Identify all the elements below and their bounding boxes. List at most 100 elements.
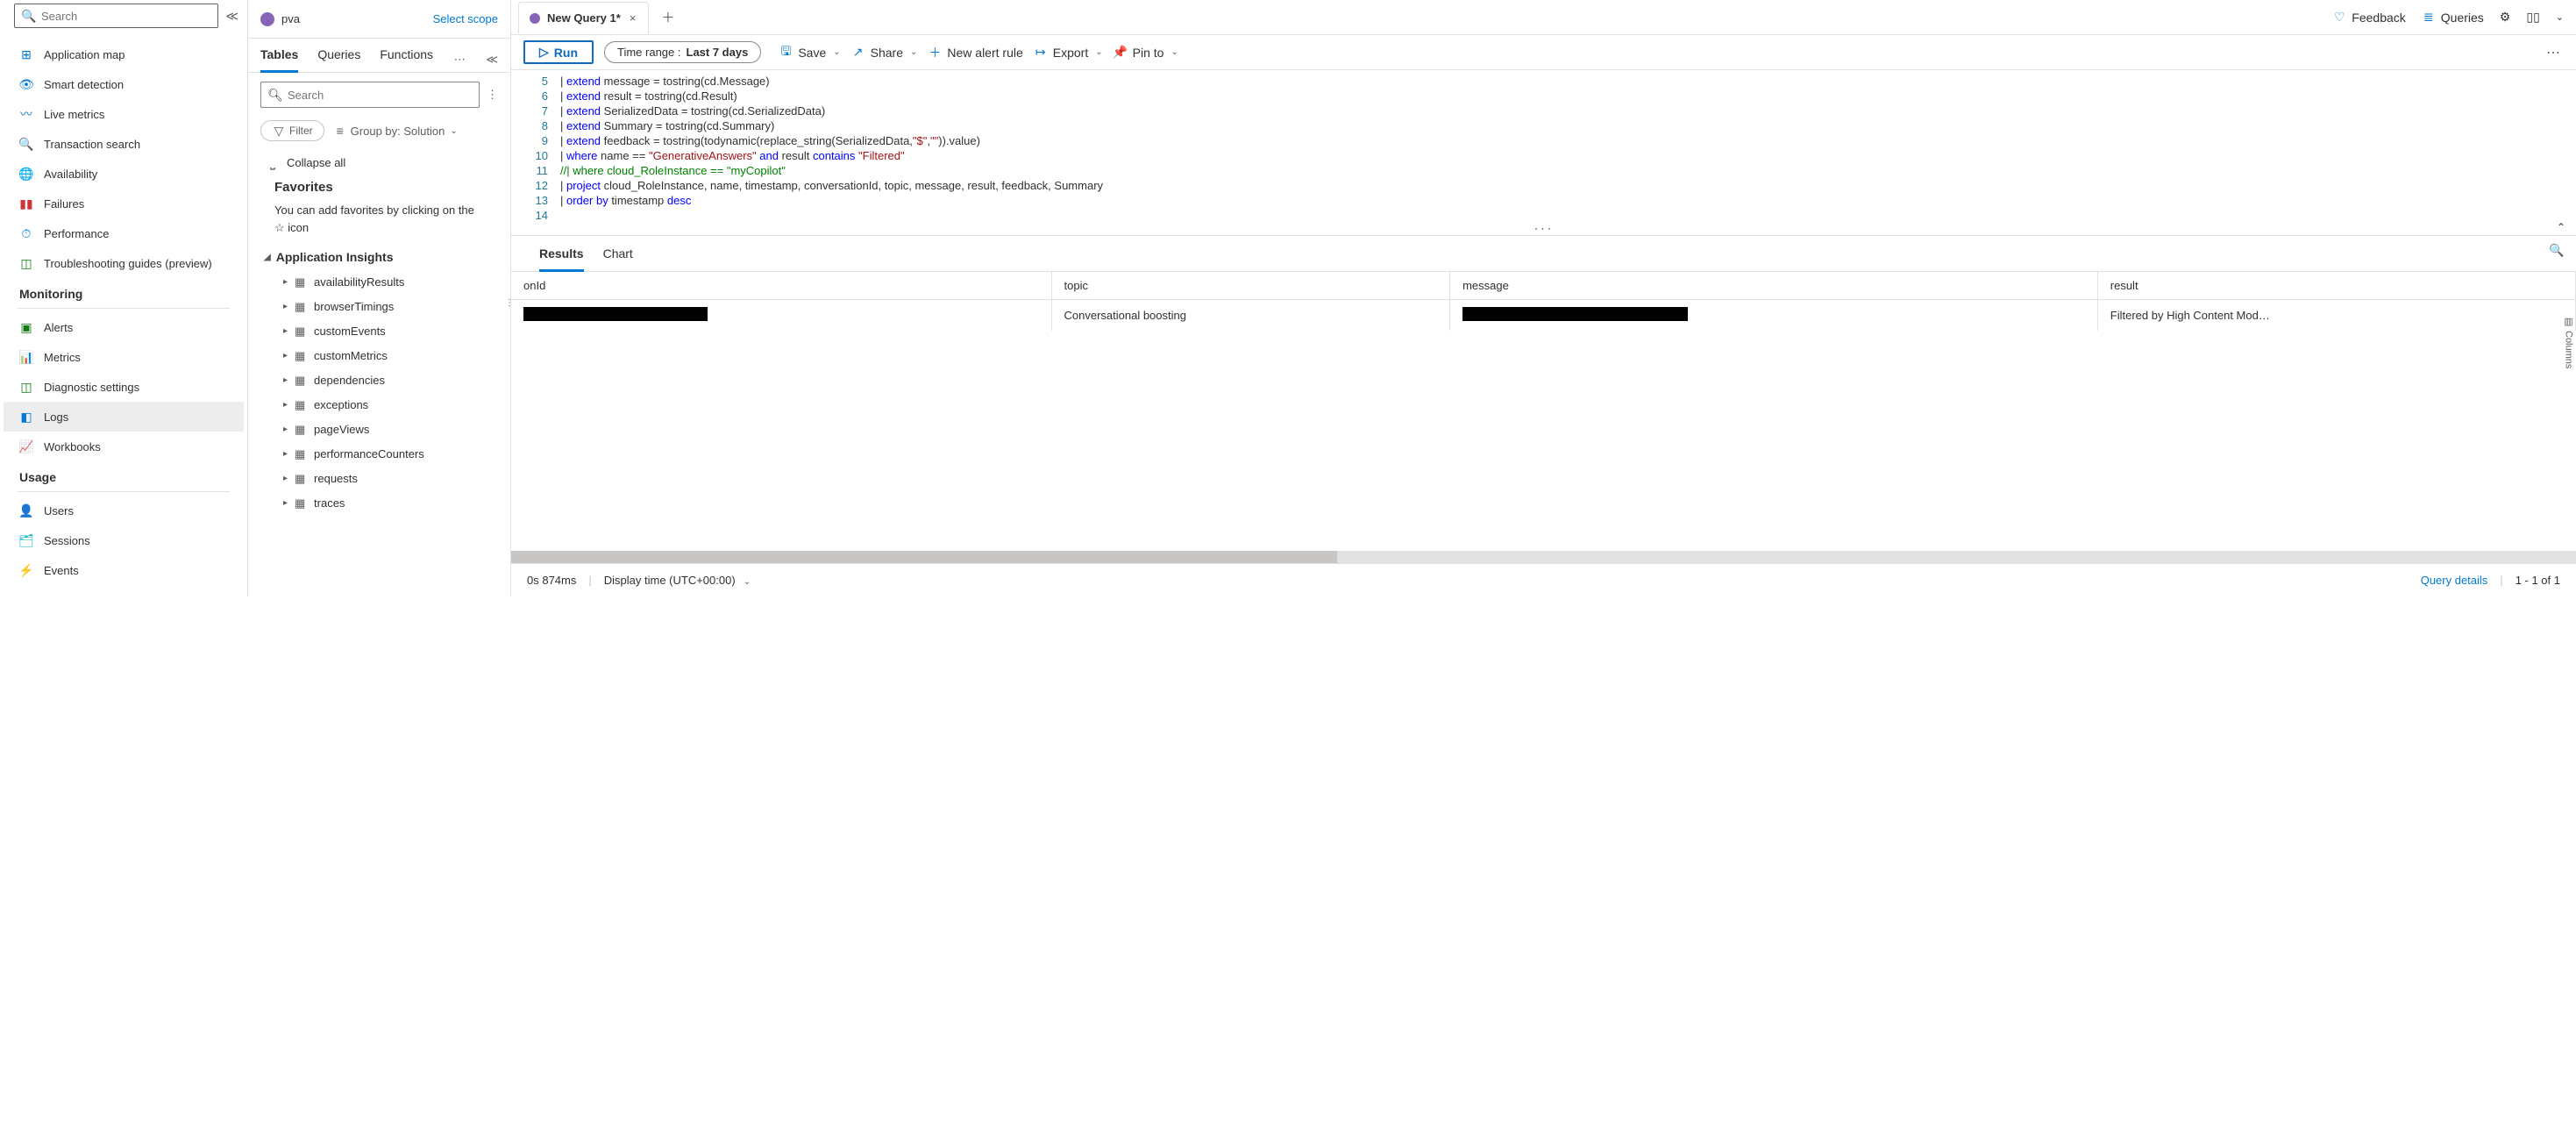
book-icon[interactable]: ▯▯ — [2526, 10, 2539, 25]
sidebar-item-failures[interactable]: ▮▮Failures — [4, 189, 244, 218]
monitoring-header: Monitoring — [4, 278, 244, 304]
sidebar-item-live-metrics[interactable]: 〰Live metrics — [4, 99, 244, 129]
display-time-dropdown[interactable]: Display time (UTC+00:00) ⌄ — [604, 574, 751, 587]
sidebar-item-sessions[interactable]: 🗂Sessions — [4, 525, 244, 555]
tables-search-more-icon[interactable]: ⋮ — [487, 88, 498, 102]
expand-icon: ▸ — [283, 474, 288, 483]
save-button[interactable]: 🖫Save⌄ — [779, 46, 840, 60]
expand-icon: ▸ — [283, 375, 288, 385]
table-label: performanceCounters — [314, 447, 424, 460]
query-tab-title: New Query 1* — [547, 11, 621, 25]
sidebar-item-alerts[interactable]: ▣Alerts — [4, 312, 244, 342]
table-icon: ▦ — [295, 275, 307, 288]
tables-search-box[interactable]: 🔍︎ — [260, 82, 480, 108]
query-tab[interactable]: New Query 1* × — [518, 2, 649, 33]
sidebar-collapse-icon[interactable]: ≪ — [225, 9, 238, 24]
new-alert-button[interactable]: ＋New alert rule — [928, 46, 1022, 60]
filter-pill[interactable]: ▽ Filter — [260, 120, 324, 141]
tables-tab-tables[interactable]: Tables — [260, 47, 298, 73]
time-range-picker[interactable]: Time range : Last 7 days — [604, 41, 761, 63]
table-icon: ▦ — [295, 300, 307, 312]
columns-panel-handle[interactable]: ▥ Columns — [2563, 316, 2574, 368]
scrollbar-thumb[interactable] — [511, 551, 1337, 563]
table-row[interactable]: Conversational boostingFiltered by High … — [511, 300, 2576, 332]
sidebar-item-transaction-search[interactable]: 🔍Transaction search — [4, 129, 244, 159]
table-label: requests — [314, 472, 358, 485]
table-icon: ▦ — [295, 349, 307, 361]
panel-collapse-icon[interactable]: ≪ — [486, 53, 498, 67]
queries-button[interactable]: ≣Queries — [2422, 11, 2484, 25]
column-header-message[interactable]: message — [1450, 272, 2098, 300]
top-chevron-down-icon[interactable]: ⌄ — [2556, 11, 2564, 23]
favorites-header: Favorites — [248, 176, 510, 198]
sidebar-item-label: Sessions — [44, 534, 90, 547]
toolbar-more-icon[interactable]: ⋯ — [2543, 44, 2564, 61]
table-label: traces — [314, 496, 345, 510]
export-button[interactable]: ↦Export⌄ — [1034, 46, 1103, 60]
group-by-dropdown[interactable]: ≡ Group by: Solution ⌄ — [333, 124, 458, 138]
scope-bulb-icon — [260, 12, 274, 26]
sidebar-item-performance[interactable]: ⏱Performance — [4, 218, 244, 248]
run-button[interactable]: ▷ Run — [523, 40, 594, 64]
panel-more-icon[interactable]: ⋯ — [454, 53, 466, 67]
table-label: availabilityResults — [314, 275, 404, 289]
column-header-topic[interactable]: topic — [1051, 272, 1450, 300]
table-label: customMetrics — [314, 349, 388, 362]
sidebar-item-workbooks[interactable]: 📈Workbooks — [4, 432, 244, 461]
share-button[interactable]: ↗Share⌄ — [851, 46, 918, 60]
logs-icon: ◧ — [19, 410, 33, 424]
feedback-button[interactable]: ♡Feedback — [2332, 11, 2405, 25]
collapse-editor-icon[interactable]: ⌃ — [2557, 221, 2567, 233]
sidebar-item-events[interactable]: ⚡Events — [4, 555, 244, 585]
results-search-icon[interactable]: 🔍 — [2550, 243, 2564, 257]
table-customEvents[interactable]: ▸▦customEvents — [248, 318, 510, 343]
sidebar-item-users[interactable]: 👤Users — [4, 496, 244, 525]
table-browserTimings[interactable]: ▸▦browserTimings — [248, 294, 510, 318]
table-pageViews[interactable]: ▸▦pageViews — [248, 417, 510, 441]
table-dependencies[interactable]: ▸▦dependencies — [248, 368, 510, 392]
add-tab-button[interactable]: ＋ — [652, 4, 683, 30]
editor-results-divider[interactable]: ● ● ●⌃ — [511, 226, 2576, 235]
results-tab-results[interactable]: Results — [539, 246, 584, 272]
cell-topic: Conversational boosting — [1051, 300, 1450, 332]
settings-icon[interactable]: ⚙ — [2500, 10, 2511, 25]
tables-search-input[interactable] — [288, 89, 472, 102]
sidebar-item-troubleshooting-guides-preview-[interactable]: ◫Troubleshooting guides (preview) — [4, 248, 244, 278]
table-icon: ▦ — [295, 447, 307, 460]
sidebar-item-label: Alerts — [44, 321, 73, 334]
query-details-link[interactable]: Query details — [2421, 574, 2488, 587]
query-editor[interactable]: 567891011121314 | extend message = tostr… — [511, 70, 2576, 226]
sidebar-item-logs[interactable]: ◧Logs — [4, 402, 244, 432]
table-availabilityResults[interactable]: ▸▦availabilityResults — [248, 269, 510, 294]
table-requests[interactable]: ▸▦requests — [248, 466, 510, 490]
table-group-header[interactable]: ◢ Application Insights — [248, 245, 510, 269]
table-customMetrics[interactable]: ▸▦customMetrics — [248, 343, 510, 368]
pin-button[interactable]: 📌Pin to⌄ — [1114, 46, 1178, 60]
tables-tab-queries[interactable]: Queries — [317, 47, 360, 73]
sidebar-item-availability[interactable]: 🌐Availability — [4, 159, 244, 189]
perf-icon: ⏱ — [19, 226, 33, 240]
sidebar-item-diagnostic-settings[interactable]: ◫Diagnostic settings — [4, 372, 244, 402]
expand-icon: ◢ — [264, 253, 271, 262]
results-grid[interactable]: onIdtopicmessageresult Conversational bo… — [511, 272, 2576, 331]
table-traces[interactable]: ▸▦traces — [248, 490, 510, 515]
results-tab-chart[interactable]: Chart — [603, 246, 633, 272]
select-scope-link[interactable]: Select scope — [433, 12, 498, 25]
sidebar-item-application-map[interactable]: ⊞Application map — [4, 39, 244, 69]
sidebar-item-smart-detection[interactable]: 👁Smart detection — [4, 69, 244, 99]
collapse-all-button[interactable]: ⎵ Collapse all — [248, 145, 510, 176]
column-header-onId[interactable]: onId — [511, 272, 1051, 300]
time-range-value: Last 7 days — [687, 46, 749, 59]
sidebar-item-label: Troubleshooting guides (preview) — [44, 257, 212, 270]
sidebar-search-input[interactable] — [41, 10, 210, 23]
horizontal-scrollbar[interactable] — [511, 551, 2576, 563]
tables-tab-functions[interactable]: Functions — [380, 47, 433, 73]
table-performanceCounters[interactable]: ▸▦performanceCounters — [248, 441, 510, 466]
sidebar-item-metrics[interactable]: 📊Metrics — [4, 342, 244, 372]
sidebar-search-box[interactable]: 🔍 — [14, 4, 218, 28]
table-label: customEvents — [314, 325, 386, 338]
table-exceptions[interactable]: ▸▦exceptions — [248, 392, 510, 417]
close-tab-icon[interactable]: × — [628, 11, 638, 25]
column-header-result[interactable]: result — [2097, 272, 2575, 300]
search-icon: 🔍 — [22, 9, 36, 23]
